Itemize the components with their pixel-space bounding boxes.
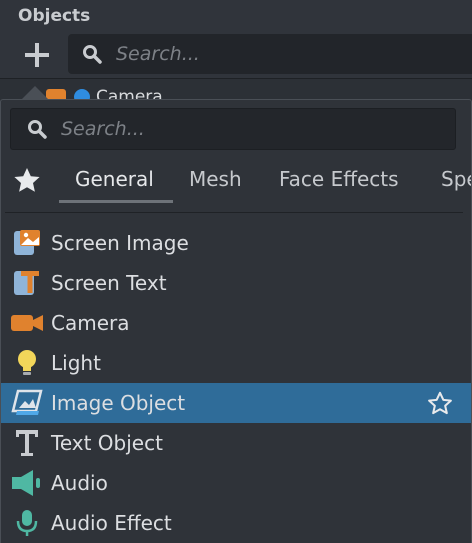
text-object-icon	[11, 429, 43, 457]
item-label: Screen Text	[51, 271, 167, 295]
tab-face-effects[interactable]: Face Effects	[279, 158, 399, 200]
item-label: Light	[51, 351, 101, 375]
list-item-audio[interactable]: Audio	[1, 463, 471, 503]
object-type-list: Screen Image Screen Text Camera Light Im…	[1, 223, 471, 543]
image-object-icon	[11, 389, 43, 417]
favorites-star-icon[interactable]	[13, 167, 41, 193]
audio-speaker-icon	[11, 469, 43, 497]
list-item-screen-image[interactable]: Screen Image	[1, 223, 471, 263]
item-label: Audio Effect	[51, 511, 172, 535]
list-item-image-object[interactable]: Image Object	[1, 383, 471, 423]
popup-search-placeholder: Search...	[61, 118, 145, 140]
item-label: Screen Image	[51, 231, 189, 255]
list-item-audio-effect[interactable]: Audio Effect	[1, 503, 471, 543]
popup-caret	[22, 86, 48, 99]
category-tabs: General Mesh Face Effects Spe	[1, 158, 471, 204]
screen-image-icon	[11, 229, 43, 257]
favorite-star-icon[interactable]	[427, 391, 453, 415]
list-item-light[interactable]: Light	[1, 343, 471, 383]
item-label: Audio	[51, 471, 108, 495]
tab-special[interactable]: Spe	[441, 158, 471, 200]
list-item-text-object[interactable]: Text Object	[1, 423, 471, 463]
tab-mesh[interactable]: Mesh	[189, 158, 242, 200]
objects-list: Camera	[0, 78, 472, 101]
item-label: Image Object	[51, 391, 186, 415]
active-tab-indicator	[59, 200, 173, 203]
popup-search-input[interactable]: Search...	[10, 108, 456, 150]
plus-icon	[25, 43, 49, 67]
microphone-icon	[11, 509, 43, 537]
divider	[5, 212, 463, 213]
panel-search-input[interactable]: Search...	[68, 34, 472, 74]
camera-icon	[11, 309, 43, 337]
add-object-button[interactable]	[20, 38, 54, 72]
add-object-popup: Search... General Mesh Face Effects Spe …	[0, 99, 472, 543]
panel-toolbar: Search...	[0, 32, 472, 78]
tab-general[interactable]: General	[75, 158, 154, 200]
item-label: Text Object	[51, 431, 163, 455]
item-label: Camera	[51, 311, 130, 335]
panel-search-placeholder: Search...	[116, 43, 200, 65]
list-item-screen-text[interactable]: Screen Text	[1, 263, 471, 303]
panel-title: Objects	[18, 6, 91, 26]
light-bulb-icon	[11, 349, 43, 377]
search-icon	[28, 120, 47, 139]
screen-text-icon	[11, 269, 43, 297]
search-icon	[83, 45, 102, 64]
list-item-camera[interactable]: Camera	[1, 303, 471, 343]
